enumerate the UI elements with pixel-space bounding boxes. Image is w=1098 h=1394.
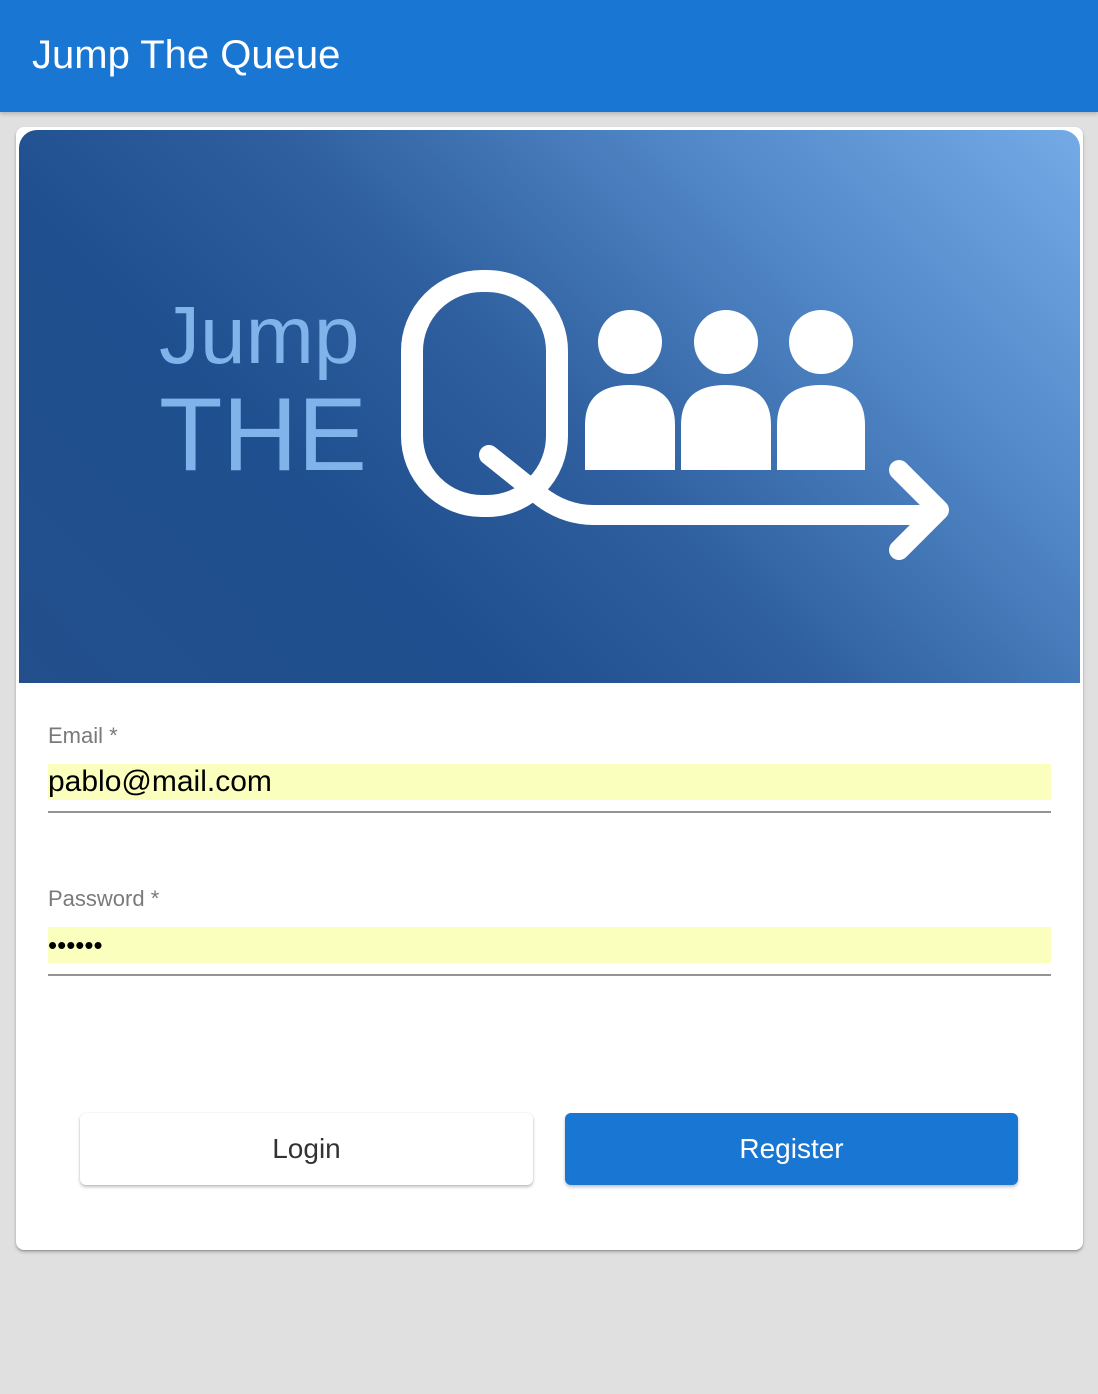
password-input[interactable]: •••••• [48,927,1051,963]
email-form-field: Email * [48,723,1051,815]
password-underline [48,974,1051,976]
login-button[interactable]: Login [80,1113,533,1185]
app-title: Jump The Queue [32,33,341,77]
password-form-field: Password * •••••• [48,886,1051,978]
email-underline [48,811,1051,813]
logo-people-icons [585,310,865,470]
login-card: Jump THE Email * Password * •••••• [16,127,1083,1250]
email-label: Email * [48,723,118,748]
jump-the-queue-logo: Jump THE [159,270,949,560]
email-input[interactable] [48,764,1051,800]
app-toolbar: Jump The Queue [0,0,1098,112]
register-button[interactable]: Register [565,1113,1018,1185]
password-label: Password * [48,886,160,911]
logo-text-jump: Jump [159,290,360,381]
logo-text-the: THE [159,377,367,493]
banner-image: Jump THE [19,130,1080,683]
